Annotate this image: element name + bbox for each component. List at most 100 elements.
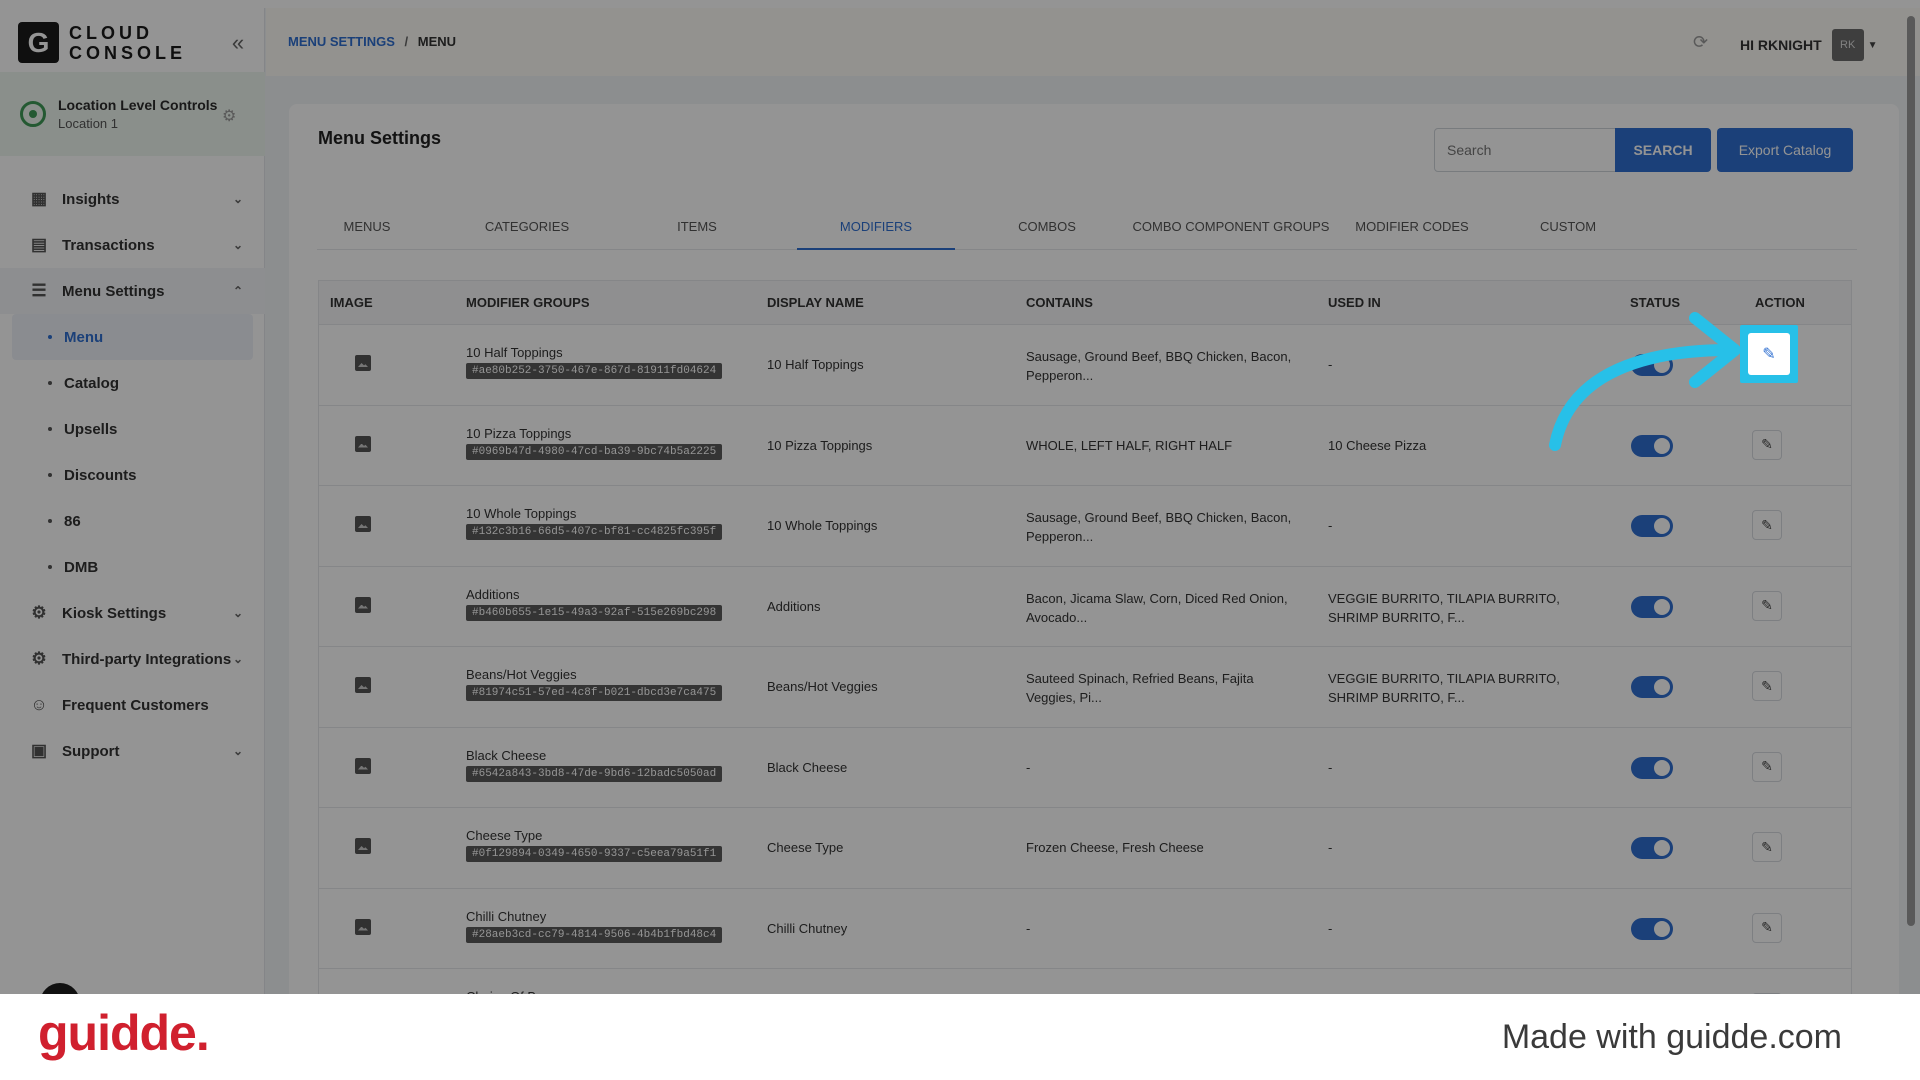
page-scrollbar[interactable]	[1907, 16, 1915, 926]
status-toggle[interactable]	[1631, 595, 1673, 618]
sidebar-item-third-party-integrations[interactable]: ⚙ Third-party Integrations ⌄	[0, 636, 265, 682]
tab-modifier-codes[interactable]: MODIFIER CODES	[1347, 214, 1477, 250]
receipt-icon: ▤	[30, 235, 48, 254]
table-row: Black Cheese #6542a843-3bd8-47de-9bd6-12b…	[319, 728, 1851, 808]
search-button[interactable]: SEARCH	[1615, 128, 1711, 172]
tab-bar: MENUS CATEGORIES ITEMS MODIFIERS COMBOS …	[317, 214, 1857, 250]
modifier-group-id: #0f129894-0349-4650-9337-c5eea79a51f1	[466, 846, 723, 862]
status-toggle[interactable]	[1631, 515, 1673, 537]
edit-icon[interactable]: ✎	[1748, 333, 1790, 375]
edit-button[interactable]: ✎	[1752, 510, 1782, 540]
gear-icon: ⚙	[31, 603, 47, 622]
status-toggle[interactable]	[1631, 837, 1673, 859]
sidebar-item-transactions[interactable]: ▤ Transactions ⌄	[0, 222, 265, 268]
used-in-cell: VEGGIE BURRITO, TILAPIA BURRITO, SHRIMP …	[1328, 671, 1560, 705]
chat-launcher-icon[interactable]	[40, 983, 80, 994]
bullet	[48, 473, 52, 477]
sidebar-subitem-label: Upsells	[64, 420, 118, 438]
bullet	[48, 427, 52, 431]
sidebar-subitem-label: DMB	[64, 558, 99, 576]
tab-custom[interactable]: CUSTOM	[1503, 214, 1633, 250]
pencil-icon: ✎	[1761, 597, 1773, 613]
sidebar-subitem-86[interactable]: 86	[0, 498, 265, 544]
chart-icon: ▦	[30, 189, 48, 208]
logo-text: CLOUD CONSOLE	[69, 23, 186, 63]
search-input[interactable]	[1434, 128, 1616, 172]
sidebar-item-label: Support	[62, 742, 120, 760]
breadcrumb: MENU SETTINGS / MENU	[288, 34, 456, 49]
tab-combo-component-groups[interactable]: COMBO COMPONENT GROUPS	[1129, 214, 1333, 250]
logo-mark: G	[18, 22, 59, 63]
tab-categories[interactable]: CATEGORIES	[457, 214, 597, 250]
modifier-group-name: Cheese Type	[466, 828, 543, 843]
user-menu[interactable]: HI RKNIGHT RK ▼	[1740, 29, 1878, 61]
contains-cell: Sausage, Ground Beef, BBQ Chicken, Bacon…	[1026, 349, 1292, 383]
image-placeholder-icon	[355, 757, 371, 774]
used-in-cell: -	[1328, 759, 1333, 775]
chevron-up-icon: ⌃	[232, 284, 243, 298]
modifier-group-name: 10 Half Toppings	[466, 345, 563, 360]
modifier-group-name: Additions	[466, 586, 520, 602]
location-selector[interactable]: Location Level Controls Location 1 ⚙	[0, 72, 265, 156]
display-name: Chilli Chutney	[767, 920, 848, 936]
sidebar-nav: ▦ Insights ⌄ ▤ Transactions ⌄ ☰ Menu Set…	[0, 176, 265, 774]
tab-menus[interactable]: MENUS	[317, 214, 417, 250]
edit-button[interactable]: ✎	[1752, 671, 1782, 701]
sidebar-item-support[interactable]: ▣ Support ⌄	[0, 728, 265, 774]
refresh-icon[interactable]: ⟳	[1693, 32, 1708, 53]
status-toggle[interactable]	[1631, 917, 1673, 940]
image-placeholder-icon	[355, 355, 371, 371]
edit-button[interactable]: ✎	[1752, 912, 1782, 943]
tab-items[interactable]: ITEMS	[637, 214, 757, 250]
status-toggle[interactable]	[1631, 676, 1673, 698]
edit-button[interactable]: ✎	[1752, 590, 1782, 621]
breadcrumb-link[interactable]: MENU SETTINGS	[288, 34, 395, 49]
column-header: IMAGE	[330, 295, 373, 310]
display-name: Beans/Hot Veggies	[767, 679, 878, 694]
gear-icon: ⚙	[31, 649, 47, 668]
contains-cell: Bacon, Jicama Slaw, Corn, Diced Red Onio…	[1026, 590, 1288, 625]
pencil-icon: ✎	[1761, 758, 1773, 774]
menu-icon: ☰	[31, 281, 47, 300]
tab-modifiers[interactable]: MODIFIERS	[797, 214, 955, 250]
edit-button[interactable]: ✎	[1752, 751, 1782, 782]
sidebar-item-insights[interactable]: ▦ Insights ⌄	[0, 176, 265, 222]
modifier-group-name: Beans/Hot Veggies	[466, 667, 577, 682]
location-settings-icon[interactable]: ⚙	[222, 106, 236, 126]
sidebar-subitem-upsells[interactable]: Upsells	[0, 406, 265, 452]
modifier-group-name: Chilli Chutney	[466, 908, 547, 924]
avatar: RK	[1831, 29, 1864, 61]
sidebar-item-kiosk-settings[interactable]: ⚙ Kiosk Settings ⌄	[0, 590, 265, 636]
chevron-down-icon: ⌄	[232, 238, 243, 252]
image-placeholder-icon	[355, 516, 371, 532]
sidebar-item-frequent-customers[interactable]: ☺ Frequent Customers	[0, 682, 265, 728]
export-catalog-button[interactable]: Export Catalog	[1717, 128, 1853, 172]
sidebar-item-label: Third-party Integrations	[62, 650, 232, 668]
contains-cell: -	[1026, 759, 1031, 775]
guidde-logo: guidde.	[38, 1005, 210, 1061]
highlighted-edit-button: ✎	[1740, 325, 1798, 383]
sidebar-item-label: Kiosk Settings	[62, 604, 167, 622]
location-pin-icon	[20, 101, 46, 127]
top-header: MENU SETTINGS / MENU ⟳ HI RKNIGHT RK ▼	[266, 8, 1920, 76]
sidebar-subitem-dmb[interactable]: DMB	[0, 544, 265, 590]
modifier-group-id: #28aeb3cd-cc79-4814-9506-4b4b1fbd48c4	[466, 926, 723, 943]
status-toggle[interactable]	[1631, 756, 1673, 779]
contains-cell: -	[1026, 920, 1031, 936]
support-icon: ▣	[30, 741, 48, 760]
used-in-cell: VEGGIE BURRITO, TILAPIA BURRITO, SHRIMP …	[1328, 590, 1560, 625]
edit-button[interactable]: ✎	[1752, 429, 1782, 460]
sidebar-subitem-discounts[interactable]: Discounts	[0, 452, 265, 498]
used-in-cell: -	[1328, 920, 1333, 936]
chevron-down-icon: ⌄	[232, 652, 243, 666]
modifier-group-name: Black Cheese	[466, 747, 547, 763]
sidebar-subitem-menu[interactable]: Menu	[12, 314, 253, 360]
tab-combos[interactable]: COMBOS	[977, 214, 1117, 250]
sidebar-subitem-catalog[interactable]: Catalog	[0, 360, 265, 406]
column-header: CONTAINS	[1026, 295, 1093, 310]
collapse-sidebar-icon[interactable]: «	[226, 32, 250, 56]
edit-button[interactable]: ✎	[1752, 832, 1782, 862]
modifier-group-id: #81974c51-57ed-4c8f-b021-dbcd3e7ca475	[466, 685, 723, 701]
modifier-group-id: #b460b655-1e15-49a3-92af-515e269bc298	[466, 604, 723, 621]
sidebar-item-menu-settings[interactable]: ☰ Menu Settings ⌃	[0, 268, 265, 314]
